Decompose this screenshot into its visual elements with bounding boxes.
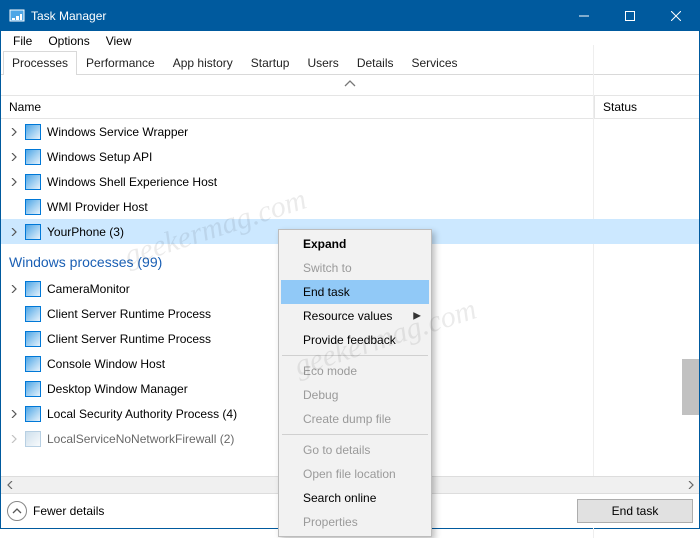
titlebar[interactable]: Task Manager <box>1 1 699 31</box>
list-item[interactable]: Windows Shell Experience Host <box>1 169 699 194</box>
fewer-details-label: Fewer details <box>33 504 104 518</box>
cm-switch-to: Switch to <box>281 256 429 280</box>
scroll-left-icon[interactable] <box>1 477 18 494</box>
tab-services[interactable]: Services <box>403 51 467 74</box>
fewer-details-button[interactable]: Fewer details <box>7 501 104 521</box>
tab-performance[interactable]: Performance <box>77 51 164 74</box>
process-icon <box>25 124 41 140</box>
menu-separator <box>282 434 428 435</box>
process-label: Desktop Window Manager <box>47 382 188 396</box>
cm-properties: Properties <box>281 510 429 534</box>
process-icon <box>25 174 41 190</box>
menu-view[interactable]: View <box>98 32 140 50</box>
list-item[interactable]: Windows Service Wrapper <box>1 119 699 144</box>
process-label: Client Server Runtime Process <box>47 332 211 346</box>
cm-go-to-details: Go to details <box>281 438 429 462</box>
process-label: Local Security Authority Process (4) <box>47 407 237 421</box>
close-button[interactable] <box>653 1 699 31</box>
cm-eco-mode: Eco mode <box>281 359 429 383</box>
cm-search-online[interactable]: Search online <box>281 486 429 510</box>
scroll-right-icon[interactable] <box>682 477 699 494</box>
tab-processes[interactable]: Processes <box>3 51 77 75</box>
window-title: Task Manager <box>31 9 561 23</box>
list-item[interactable]: Windows Setup API <box>1 144 699 169</box>
process-label: YourPhone (3) <box>47 225 124 239</box>
column-headers: Name Status <box>1 95 699 119</box>
tab-users[interactable]: Users <box>298 51 347 74</box>
app-icon <box>9 8 25 24</box>
chevron-right-icon[interactable] <box>7 228 21 236</box>
cm-expand[interactable]: Expand <box>281 232 429 256</box>
cm-end-task[interactable]: End task <box>281 280 429 304</box>
process-icon <box>25 224 41 240</box>
tabs: Processes Performance App history Startu… <box>1 51 699 75</box>
maximize-button[interactable] <box>607 1 653 31</box>
process-icon <box>25 356 41 372</box>
process-icon <box>25 431 41 447</box>
process-icon <box>25 149 41 165</box>
cm-provide-feedback[interactable]: Provide feedback <box>281 328 429 352</box>
cm-resource-values-label: Resource values <box>303 309 392 323</box>
end-task-button[interactable]: End task <box>577 499 693 523</box>
chevron-right-icon[interactable] <box>7 178 21 186</box>
process-label: Windows Setup API <box>47 150 152 164</box>
tab-app-history[interactable]: App history <box>164 51 242 74</box>
process-label: Windows Service Wrapper <box>47 125 188 139</box>
chevron-right-icon[interactable] <box>7 285 21 293</box>
menu-separator <box>282 355 428 356</box>
chevron-right-icon[interactable] <box>7 435 21 443</box>
chevron-up-icon <box>7 501 27 521</box>
cm-debug: Debug <box>281 383 429 407</box>
cm-resource-values[interactable]: Resource values ▶ <box>281 304 429 328</box>
process-label: LocalServiceNoNetworkFirewall (2) <box>47 432 234 446</box>
process-icon <box>25 281 41 297</box>
process-label: WMI Provider Host <box>47 200 148 214</box>
vertical-scrollbar-thumb[interactable] <box>682 359 699 415</box>
process-label: Windows Shell Experience Host <box>47 175 217 189</box>
menubar: File Options View <box>1 31 699 51</box>
process-label: CameraMonitor <box>47 282 130 296</box>
process-icon <box>25 306 41 322</box>
process-icon <box>25 381 41 397</box>
chevron-right-icon[interactable] <box>7 153 21 161</box>
chevron-right-icon[interactable] <box>7 128 21 136</box>
process-icon <box>25 331 41 347</box>
cm-create-dump: Create dump file <box>281 407 429 431</box>
chevron-right-icon: ▶ <box>413 311 421 322</box>
process-icon <box>25 199 41 215</box>
cm-open-file-location: Open file location <box>281 462 429 486</box>
process-label: Console Window Host <box>47 357 165 371</box>
menu-options[interactable]: Options <box>40 32 97 50</box>
chevron-right-icon[interactable] <box>7 410 21 418</box>
end-task-label: End task <box>612 504 659 518</box>
process-label: Client Server Runtime Process <box>47 307 211 321</box>
menu-file[interactable]: File <box>5 32 40 50</box>
minimize-button[interactable] <box>561 1 607 31</box>
process-icon <box>25 406 41 422</box>
column-status[interactable]: Status <box>594 95 699 118</box>
column-name[interactable]: Name <box>1 95 594 118</box>
collapse-toggle[interactable] <box>1 75 699 95</box>
tab-startup[interactable]: Startup <box>242 51 299 74</box>
tab-details[interactable]: Details <box>348 51 403 74</box>
list-item[interactable]: WMI Provider Host <box>1 194 699 219</box>
context-menu: Expand Switch to End task Resource value… <box>278 229 432 537</box>
